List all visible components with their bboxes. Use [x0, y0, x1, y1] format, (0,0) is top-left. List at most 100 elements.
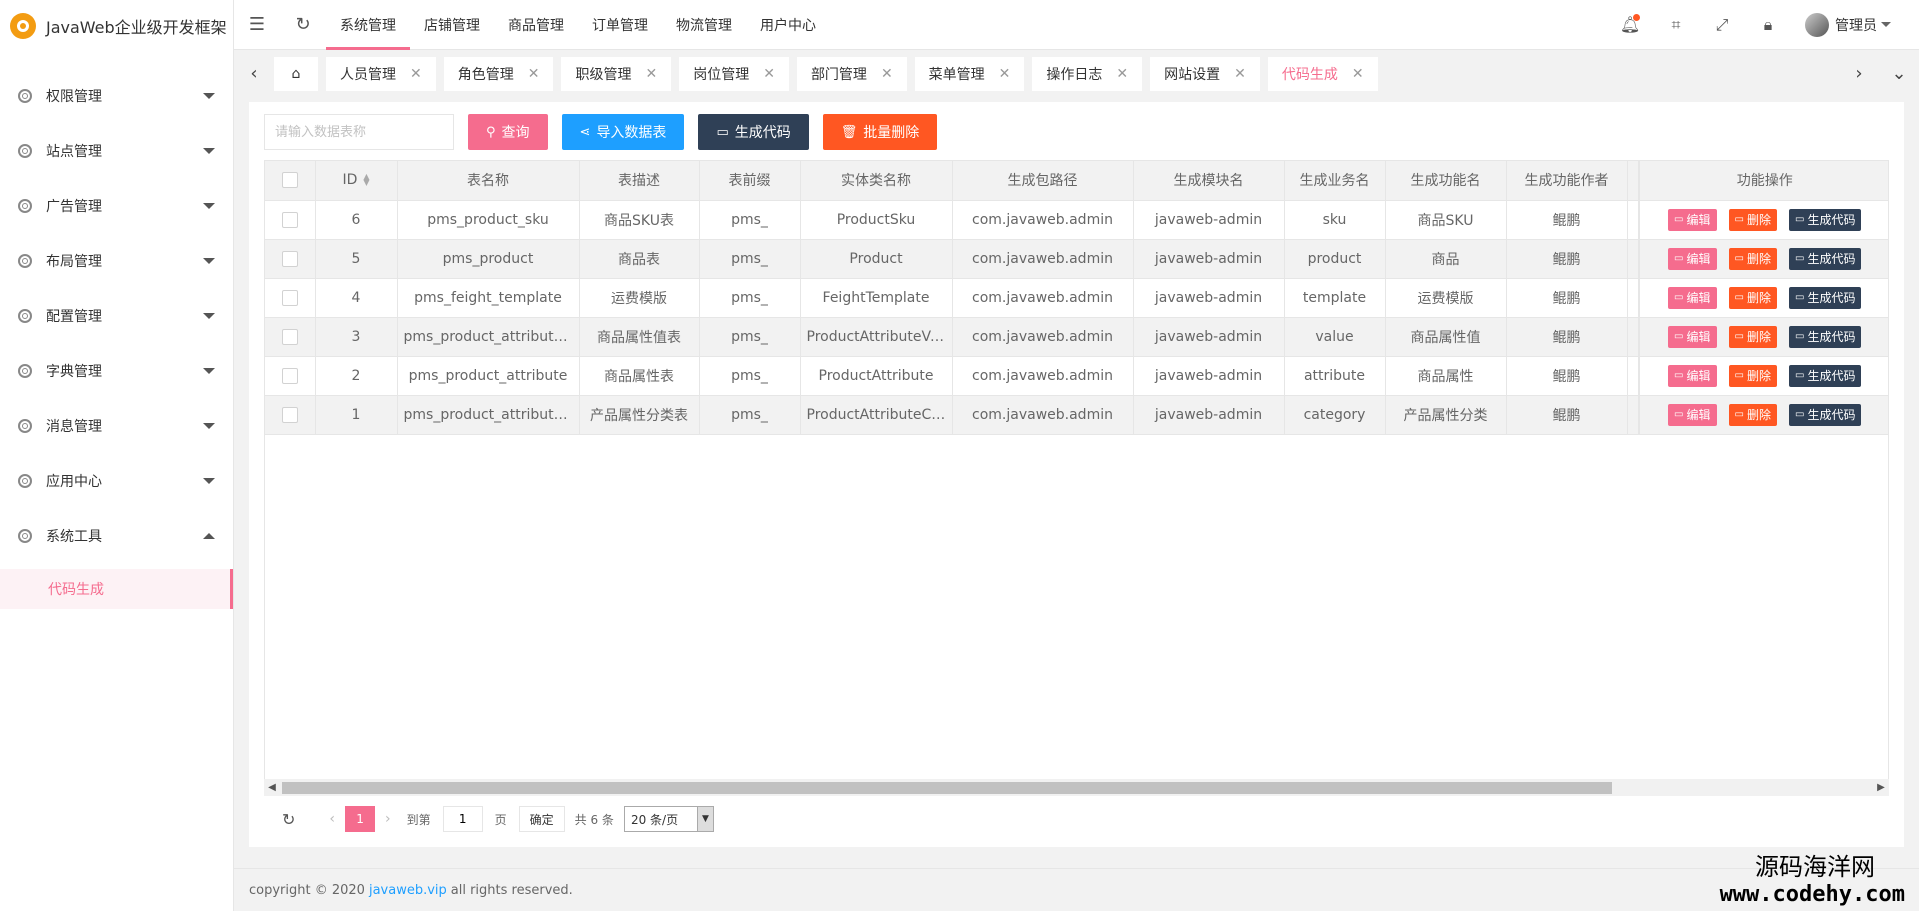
tab-oplog[interactable]: 操作日志 ✕: [1032, 56, 1143, 91]
delete-button[interactable]: ▭ 删除: [1728, 403, 1777, 426]
refresh-icon[interactable]: ↻: [282, 810, 295, 829]
tabs-scroll-right-icon[interactable]: ›: [1839, 51, 1879, 96]
tab-ranks[interactable]: 职级管理 ✕: [561, 56, 672, 91]
sidebar-item-apps[interactable]: 应用中心: [0, 453, 233, 508]
nav-orders[interactable]: 订单管理: [578, 0, 662, 50]
user-menu[interactable]: 管理员: [1791, 12, 1919, 37]
close-icon[interactable]: ✕: [1352, 66, 1364, 82]
edit-button[interactable]: ▭ 编辑: [1668, 247, 1717, 270]
tabs-dropdown-icon[interactable]: ⌄: [1879, 51, 1919, 96]
page-size-select[interactable]: 20 条/页 ▼: [623, 806, 714, 832]
nav-goods[interactable]: 商品管理: [494, 0, 578, 50]
select-all-checkbox[interactable]: [281, 172, 298, 189]
menu-toggle-icon[interactable]: ☰: [234, 0, 280, 50]
goto-page-input[interactable]: [442, 806, 483, 832]
generate-code-row-button[interactable]: ▭ 生成代码: [1788, 286, 1862, 309]
edit-button[interactable]: ▭ 编辑: [1668, 364, 1717, 387]
tab-staff[interactable]: 人员管理 ✕: [326, 56, 436, 91]
row-checkbox[interactable]: [281, 406, 298, 423]
bell-icon[interactable]: 🔔︎: [1607, 0, 1653, 50]
nav-user-center[interactable]: 用户中心: [746, 0, 830, 50]
table-cell: 6: [315, 200, 398, 240]
edit-button[interactable]: ▭ 编辑: [1668, 286, 1717, 309]
batch-delete-button[interactable]: 🗑︎ 批量删除: [822, 114, 938, 150]
scroll-right-icon[interactable]: ▶: [1873, 782, 1889, 793]
column-header-id[interactable]: ID ▲ ▼: [315, 161, 398, 201]
generate-code-row-button[interactable]: ▭ 生成代码: [1788, 364, 1862, 387]
table-row[interactable]: 2 pms_product_attribute 商品属性表 pms_ ProductAt…: [265, 356, 1888, 396]
table-row[interactable]: 4 pms_feight_template 运费模版 pms_ FeightTempla…: [265, 278, 1888, 318]
delete-button[interactable]: ▭ 删除: [1728, 364, 1777, 387]
prev-page-icon[interactable]: ‹: [329, 811, 335, 827]
refresh-icon[interactable]: ↻: [280, 0, 326, 50]
close-icon[interactable]: ✕: [1234, 66, 1246, 82]
table-row[interactable]: 5 pms_product 商品表 pms_ Product com.javaweb.ad…: [265, 239, 1888, 279]
edit-button[interactable]: ▭ 编辑: [1668, 403, 1717, 426]
close-icon[interactable]: ✕: [999, 66, 1011, 82]
sidebar-item-message[interactable]: 消息管理: [0, 398, 233, 453]
nav-logistics[interactable]: 物流管理: [662, 0, 746, 50]
tabs-scroll-left-icon[interactable]: ‹: [234, 51, 274, 96]
generate-code-row-button[interactable]: ▭ 生成代码: [1788, 247, 1862, 270]
close-icon[interactable]: ✕: [645, 66, 657, 82]
row-checkbox[interactable]: [281, 328, 298, 345]
generate-code-row-button[interactable]: ▭ 生成代码: [1788, 325, 1862, 348]
scrollbar-thumb[interactable]: [282, 781, 1612, 794]
edit-button[interactable]: ▭ 编辑: [1668, 325, 1717, 348]
close-icon[interactable]: ✕: [881, 66, 893, 82]
tab-departments[interactable]: 部门管理 ✕: [796, 56, 907, 91]
sidebar-item-dict[interactable]: 字典管理: [0, 343, 233, 398]
import-table-button[interactable]: ⋖ 导入数据表: [561, 114, 685, 150]
generate-code-button[interactable]: ▭ 生成代码: [698, 114, 809, 150]
tab-label: 代码生成: [1281, 66, 1338, 83]
tab-site-settings[interactable]: 网站设置 ✕: [1150, 56, 1260, 91]
goto-confirm-button[interactable]: 确定: [518, 806, 565, 832]
delete-button[interactable]: ▭ 删除: [1728, 247, 1777, 270]
close-icon[interactable]: ✕: [763, 66, 775, 82]
next-page-icon[interactable]: ›: [385, 811, 391, 827]
table-name-search-input[interactable]: [264, 114, 454, 150]
table-cell: com.javaweb.admin: [952, 239, 1134, 279]
horizontal-scrollbar[interactable]: ◀ ▶: [264, 779, 1889, 796]
scroll-left-icon[interactable]: ◀: [264, 782, 280, 793]
close-icon[interactable]: ✕: [1116, 66, 1128, 82]
footer-link[interactable]: javaweb.vip: [369, 883, 447, 898]
tag-icon[interactable]: ⌗: [1653, 0, 1699, 50]
row-checkbox[interactable]: [281, 367, 298, 384]
delete-button[interactable]: ▭ 删除: [1728, 208, 1777, 231]
lock-icon[interactable]: 🔒︎: [1745, 0, 1791, 50]
generate-code-row-button[interactable]: ▭ 生成代码: [1788, 208, 1862, 231]
sidebar-item-ads[interactable]: 广告管理: [0, 178, 233, 233]
logo[interactable]: JavaWeb企业级开发框架: [0, 0, 233, 52]
table-row[interactable]: 6 pms_product_sku 商品SKU表 pms_ ProductSku com.…: [265, 200, 1888, 240]
fullscreen-icon[interactable]: ⤢: [1699, 0, 1745, 50]
button-label: 删除: [1746, 369, 1771, 383]
close-icon[interactable]: ✕: [410, 66, 422, 82]
nav-shop[interactable]: 店铺管理: [410, 0, 494, 50]
sidebar-item-config[interactable]: 配置管理: [0, 288, 233, 343]
row-checkbox[interactable]: [281, 289, 298, 306]
tab-menus[interactable]: 菜单管理 ✕: [914, 56, 1025, 91]
sidebar-item-permission[interactable]: 权限管理: [0, 68, 233, 123]
sort-icon[interactable]: ▲ ▼: [363, 173, 369, 187]
home-tab[interactable]: ⌂: [274, 56, 318, 91]
delete-button[interactable]: ▭ 删除: [1728, 325, 1777, 348]
table-row[interactable]: 3pms_product_attribute_value商品属性值表pms_Pr…: [265, 317, 1888, 357]
page-current[interactable]: 1: [345, 806, 376, 832]
edit-button[interactable]: ▭ 编辑: [1668, 208, 1717, 231]
delete-button[interactable]: ▭ 删除: [1728, 286, 1777, 309]
sidebar-subitem-codegen[interactable]: 代码生成: [0, 569, 233, 609]
generate-code-row-button[interactable]: ▭ 生成代码: [1788, 403, 1862, 426]
nav-system[interactable]: 系统管理: [326, 0, 410, 50]
close-icon[interactable]: ✕: [528, 66, 540, 82]
tab-roles[interactable]: 角色管理 ✕: [443, 56, 554, 91]
query-button[interactable]: ⚲ 查询: [468, 114, 548, 150]
row-checkbox[interactable]: [281, 211, 298, 228]
sidebar-item-tools[interactable]: 系统工具: [0, 508, 233, 563]
row-checkbox[interactable]: [281, 250, 298, 267]
tab-codegen[interactable]: 代码生成 ✕: [1267, 56, 1378, 91]
table-row[interactable]: 1pms_product_attribute_category产品属性分类表pm…: [265, 395, 1888, 435]
sidebar-item-layout[interactable]: 布局管理: [0, 233, 233, 288]
tab-positions[interactable]: 岗位管理 ✕: [679, 56, 789, 91]
sidebar-item-site[interactable]: 站点管理: [0, 123, 233, 178]
